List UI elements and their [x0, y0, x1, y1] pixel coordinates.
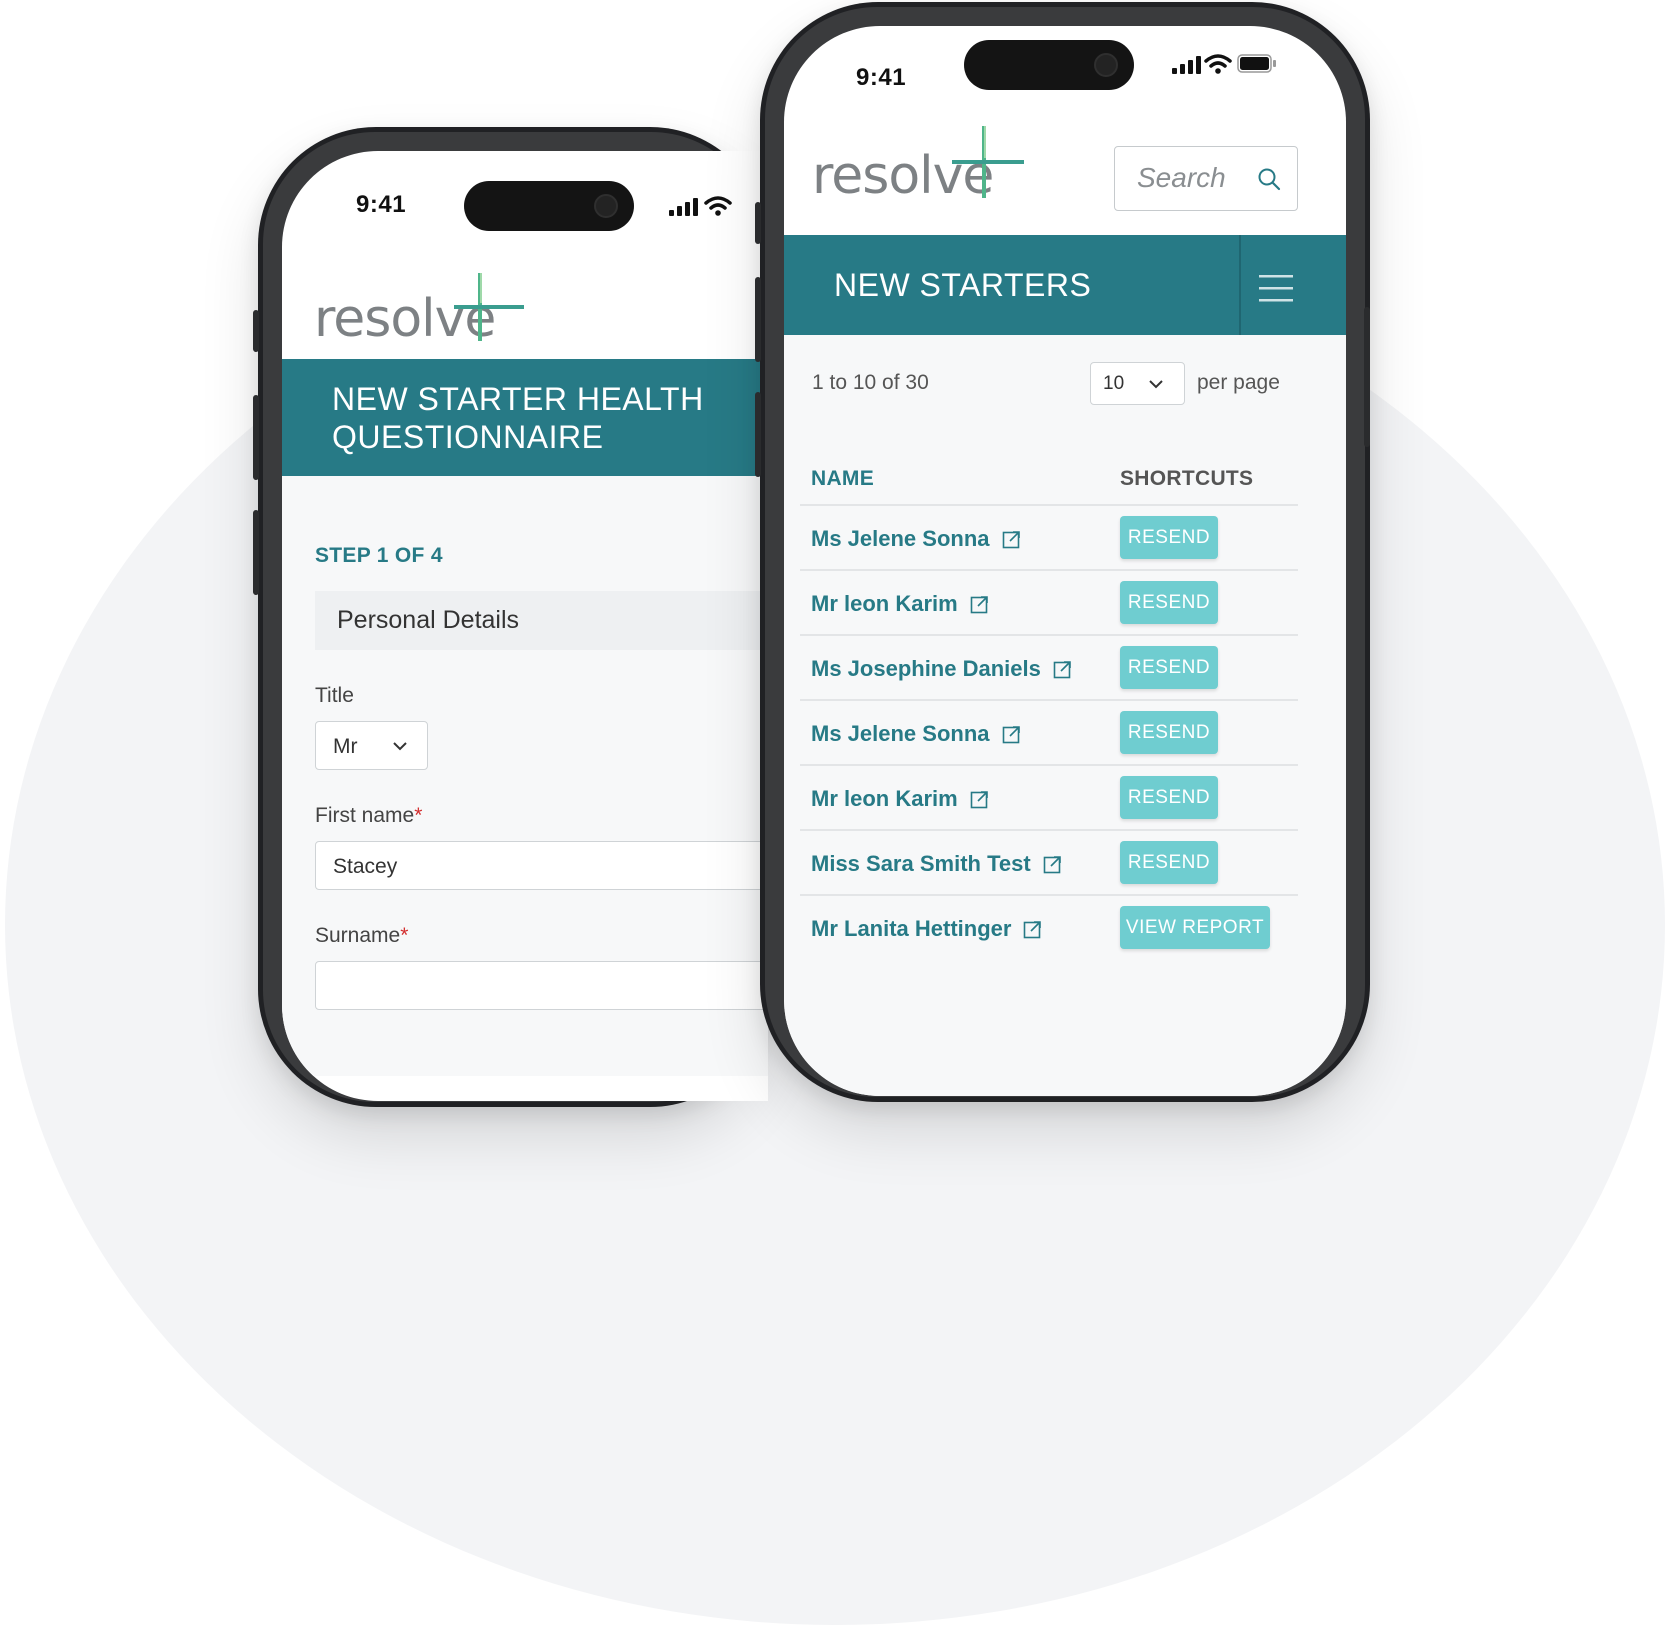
resend-button[interactable]: RESEND	[1120, 581, 1218, 624]
signal-icon	[669, 198, 698, 216]
title-select-value: Mr	[333, 735, 358, 758]
starter-name: Mr leon Karim	[811, 786, 958, 811]
section-title: Personal Details	[337, 606, 520, 634]
first-name-label-text: First name	[315, 804, 415, 827]
search-input[interactable]: Search	[1114, 146, 1298, 211]
starters-screen: 9:41 resolve Search NEW STARTERS 1 to 10…	[784, 26, 1346, 1096]
resend-button[interactable]: RESEND	[1120, 776, 1218, 819]
page-title: NEW STARTERS	[834, 267, 1092, 303]
banner-divider	[1239, 235, 1241, 335]
per-page-value: 10	[1103, 373, 1125, 394]
starter-name: Mr leon Karim	[811, 591, 958, 616]
camera-icon	[594, 194, 618, 218]
external-link-icon	[1002, 531, 1020, 549]
step-label: STEP 1 OF 4	[315, 544, 443, 567]
phone-side-button	[253, 510, 259, 595]
menu-icon[interactable]	[1259, 275, 1293, 303]
resend-button[interactable]: RESEND	[1120, 841, 1218, 884]
header-divider	[800, 504, 1298, 506]
view-report-button[interactable]: VIEW REPORT	[1120, 906, 1270, 949]
row-divider	[800, 894, 1298, 896]
starter-name: Ms Jelene Sonna	[811, 526, 990, 551]
first-name-label: First name*	[315, 804, 422, 828]
resolve-logo: resolve	[314, 269, 534, 359]
chevron-down-icon	[1149, 380, 1163, 389]
phone-side-button	[755, 277, 761, 362]
external-link-icon	[1053, 661, 1071, 679]
search-icon[interactable]	[1257, 167, 1281, 191]
pagination-range: 1 to 10 of 30	[812, 371, 929, 394]
chevron-down-icon	[393, 742, 407, 751]
starter-name-link[interactable]: Mr leon Karim	[811, 591, 990, 617]
surname-label: Surname*	[315, 924, 408, 948]
title-select[interactable]: Mr	[315, 721, 428, 770]
starter-name-link[interactable]: Ms Josephine Daniels	[811, 656, 1073, 682]
starter-name: Ms Jelene Sonna	[811, 721, 990, 746]
external-link-icon	[1043, 856, 1061, 874]
camera-icon	[1094, 53, 1118, 77]
phone-side-button	[755, 202, 761, 244]
search-placeholder: Search	[1137, 162, 1226, 193]
signal-icon	[1172, 56, 1201, 74]
phone-side-button	[253, 395, 259, 480]
first-name-field[interactable]: Stacey	[315, 841, 768, 890]
per-page-label: per page	[1197, 371, 1280, 394]
phone-side-button	[755, 392, 761, 477]
required-mark: *	[400, 924, 409, 947]
starter-name-link[interactable]: Miss Sara Smith Test	[811, 851, 1063, 877]
logo-cross-icon	[952, 126, 1024, 198]
dynamic-island	[964, 40, 1134, 90]
resend-button[interactable]: RESEND	[1120, 646, 1218, 689]
questionnaire-screen: 9:41 resolve NEW STARTER HEALTH QUESTION…	[282, 151, 768, 1101]
battery-icon	[1237, 54, 1276, 73]
starters-phone: 9:41 resolve Search NEW STARTERS 1 to 10…	[755, 2, 1370, 1102]
row-divider	[800, 569, 1298, 571]
title-label: Title	[315, 684, 354, 707]
status-time: 9:41	[856, 64, 907, 91]
external-link-icon	[1002, 726, 1020, 744]
dynamic-island	[464, 181, 634, 231]
starter-name-link[interactable]: Mr Lanita Hettinger	[811, 916, 1043, 942]
external-link-icon	[970, 791, 988, 809]
row-divider	[800, 829, 1298, 831]
page-banner: NEW STARTERS	[784, 235, 1346, 335]
wifi-icon	[704, 196, 732, 216]
questionnaire-phone: 9:41 resolve NEW STARTER HEALTH QUESTION…	[253, 127, 768, 1107]
required-mark: *	[414, 804, 423, 827]
status-time: 9:41	[356, 191, 407, 218]
row-divider	[800, 699, 1298, 701]
external-link-icon	[970, 596, 988, 614]
page-title-line1: NEW STARTER HEALTH	[332, 381, 704, 417]
row-divider	[800, 634, 1298, 636]
page-banner: NEW STARTER HEALTH QUESTIONNAIRE	[282, 359, 768, 476]
starter-name: Miss Sara Smith Test	[811, 851, 1031, 876]
phone-side-button	[253, 310, 259, 352]
resolve-logo: resolve	[812, 124, 1042, 214]
wifi-icon	[1204, 54, 1232, 74]
first-name-value: Stacey	[333, 855, 398, 878]
phone-power-button	[1364, 307, 1370, 447]
starter-name-link[interactable]: Ms Jelene Sonna	[811, 721, 1022, 747]
section-header: Personal Details	[315, 591, 768, 650]
surname-field[interactable]	[315, 961, 768, 1010]
column-header-name[interactable]: NAME	[811, 467, 874, 491]
starter-name-link[interactable]: Ms Jelene Sonna	[811, 526, 1022, 552]
logo-cross-icon	[454, 273, 524, 341]
row-divider	[800, 764, 1298, 766]
external-link-icon	[1024, 921, 1042, 939]
starter-name: Ms Josephine Daniels	[811, 656, 1041, 681]
starter-name: Mr Lanita Hettinger	[811, 916, 1012, 941]
surname-label-text: Surname	[315, 924, 401, 947]
starter-name-link[interactable]: Mr leon Karim	[811, 786, 990, 812]
column-header-shortcuts: SHORTCUTS	[1120, 467, 1254, 490]
page-title-line2: QUESTIONNAIRE	[332, 419, 604, 455]
per-page-select[interactable]: 10	[1090, 362, 1185, 405]
resend-button[interactable]: RESEND	[1120, 711, 1218, 754]
resend-button[interactable]: RESEND	[1120, 516, 1218, 559]
list-area	[784, 335, 1346, 1096]
